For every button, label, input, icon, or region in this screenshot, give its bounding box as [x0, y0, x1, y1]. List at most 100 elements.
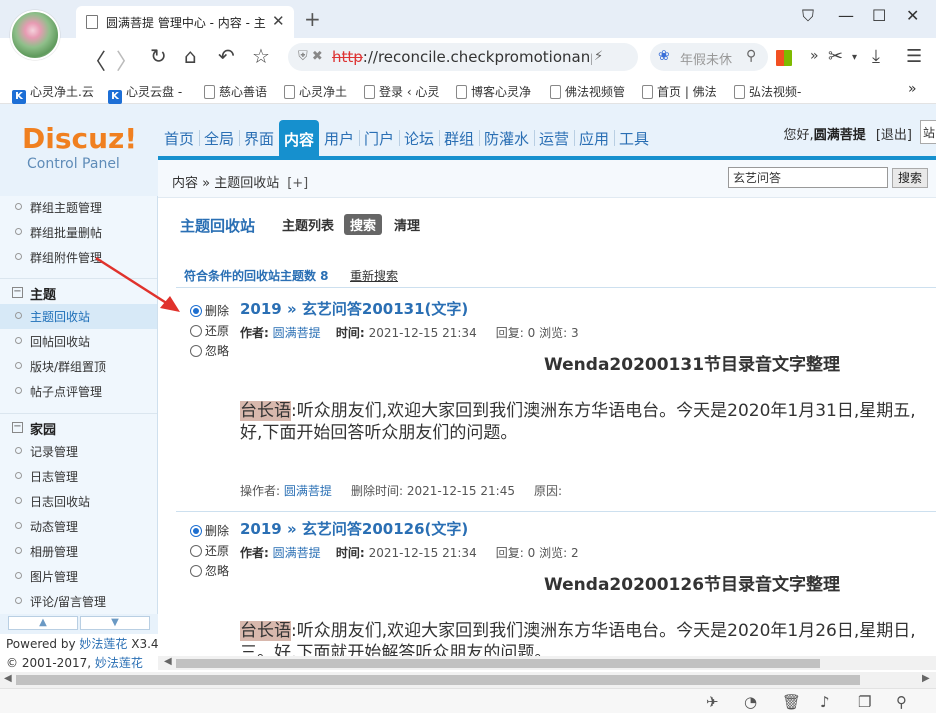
sidebar-item-records[interactable]: 记录管理 [0, 439, 157, 464]
menu-icon[interactable]: ☰ [906, 46, 922, 67]
dropdown-arrow-icon[interactable]: ▾ [852, 52, 857, 63]
radio-restore[interactable] [190, 545, 202, 557]
new-tab-icon[interactable]: + [304, 7, 321, 31]
download-icon[interactable]: ⤓ [872, 46, 880, 67]
nav-portal[interactable]: 门户 [364, 128, 394, 149]
bookmark-item[interactable]: K 心灵净土.云 [12, 83, 96, 104]
star-icon[interactable]: ☆ [252, 44, 270, 68]
option-ignore[interactable]: 忽略 [190, 342, 229, 359]
nav-antispam[interactable]: 防灌水 [484, 128, 529, 149]
sidebar-item-blog-recycle[interactable]: 日志回收站 [0, 489, 157, 514]
option-delete[interactable]: 删除 [190, 522, 229, 539]
scissors-icon[interactable]: ✂ [828, 46, 843, 67]
rocket-icon[interactable]: ✈ [706, 693, 719, 711]
scrollbar-thumb[interactable] [176, 659, 820, 668]
discuz-logo[interactable]: Discuz! [22, 122, 137, 155]
bookmark-item[interactable]: 登录 ‹ 心灵 [364, 83, 444, 100]
sidebar-item-comments[interactable]: 帖子点评管理 [0, 379, 157, 404]
bookmark-item[interactable]: 首页 | 佛法 [642, 83, 722, 100]
browser-search-box[interactable]: ❀ 年假未休 ⚲ [650, 43, 768, 71]
sidebar-group-home[interactable]: − 家园 [0, 413, 157, 441]
content-horizontal-scrollbar[interactable]: ◀ [158, 656, 936, 670]
sidebar-item-group-batch-delete[interactable]: 群组批量删帖 [0, 220, 157, 245]
scroll-left-icon[interactable]: ◀ [4, 673, 12, 684]
reload-icon[interactable]: ↻ [150, 44, 167, 68]
more-bookmarks-icon[interactable]: » [908, 81, 917, 97]
home-icon[interactable]: ⌂ [184, 44, 197, 68]
copyright-link[interactable]: 妙法莲花 [95, 656, 143, 670]
option-delete[interactable]: 删除 [190, 302, 229, 319]
close-window-icon[interactable]: ✕ [906, 6, 919, 25]
profile-avatar[interactable] [10, 10, 60, 60]
option-restore[interactable]: 还原 [190, 542, 229, 559]
bookmark-item[interactable]: 慈心善语 [204, 83, 276, 100]
sidebar-item-feeds[interactable]: 动态管理 [0, 514, 157, 539]
radio-delete[interactable] [190, 305, 202, 317]
site-switch[interactable]: 站 [920, 120, 936, 144]
insecure-lock-icon[interactable]: ⛨ ✖ [298, 49, 323, 64]
sidebar-item-reply-recycle[interactable]: 回帖回收站 [0, 329, 157, 354]
collapse-icon[interactable]: − [12, 287, 23, 298]
search-icon[interactable]: ⚲ [746, 48, 756, 64]
option-ignore[interactable]: 忽略 [190, 562, 229, 579]
add-shortcut-link[interactable]: [+] [287, 176, 308, 191]
bookmark-item[interactable]: 博客心灵净 [456, 83, 536, 100]
operator-link[interactable]: 圆满菩提 [284, 484, 332, 498]
tab-topic-list[interactable]: 主题列表 [282, 215, 334, 234]
scrollbar-thumb[interactable] [16, 675, 860, 685]
nav-interface[interactable]: 界面 [244, 128, 274, 149]
option-restore[interactable]: 还原 [190, 322, 229, 339]
nav-groups[interactable]: 群组 [444, 128, 474, 149]
author-link[interactable]: 圆满菩提 [273, 546, 321, 560]
research-link[interactable]: 重新搜索 [350, 267, 398, 284]
radio-delete[interactable] [190, 525, 202, 537]
post-title[interactable]: 2019 » 玄艺问答200131(文字) [240, 298, 468, 319]
powered-link[interactable]: 妙法莲花 [79, 637, 127, 651]
trash-icon[interactable]: 🗑 [782, 693, 801, 711]
page-horizontal-scrollbar[interactable]: ◀ ▶ [0, 672, 936, 688]
zoom-icon[interactable]: ⚲ [896, 693, 907, 711]
collapse-icon[interactable]: − [12, 422, 23, 433]
shirt-icon[interactable]: ⛉ [802, 6, 814, 26]
sidebar-item-group-topics[interactable]: 群组主题管理 [0, 196, 157, 220]
nav-apps[interactable]: 应用 [579, 128, 609, 149]
radio-ignore[interactable] [190, 345, 202, 357]
sidebar-item-comments-messages[interactable]: 评论/留言管理 [0, 589, 157, 614]
back-icon[interactable]: 〈 [84, 44, 106, 76]
lightning-icon[interactable]: ⚡ [594, 49, 603, 64]
address-bar[interactable]: ⛨ ✖ http://reconcile.checkpromotionanph … [288, 43, 638, 71]
admin-search-input[interactable] [728, 167, 888, 188]
author-link[interactable]: 圆满菩提 [273, 326, 321, 340]
minimize-icon[interactable]: — [838, 6, 854, 25]
undo-icon[interactable]: ↶ [218, 44, 235, 68]
logout-link[interactable]: [退出] [876, 128, 912, 143]
forward-icon[interactable]: 〉 [116, 44, 138, 76]
sidebar-item-sticky[interactable]: 版块/群组置顶 [0, 354, 157, 379]
radio-restore[interactable] [190, 325, 202, 337]
tab-close-icon[interactable]: ✕ [272, 12, 285, 30]
scroll-right-icon[interactable]: ▶ [922, 673, 930, 684]
nav-tools[interactable]: 工具 [619, 128, 649, 149]
scroll-down-icon[interactable]: ▼ [80, 616, 150, 630]
more-tools-icon[interactable]: » [810, 48, 819, 64]
post-title[interactable]: 2019 » 玄艺问答200126(文字) [240, 518, 468, 539]
bookmark-item[interactable]: 弘法视频- [734, 83, 814, 100]
sidebar-item-blogs[interactable]: 日志管理 [0, 464, 157, 489]
sidebar-item-pictures[interactable]: 图片管理 [0, 564, 157, 589]
sidebar-item-albums[interactable]: 相册管理 [0, 539, 157, 564]
nav-home[interactable]: 首页 [164, 128, 194, 149]
tab-cleanup[interactable]: 清理 [394, 215, 420, 234]
nav-global[interactable]: 全局 [204, 128, 234, 149]
scroll-left-icon[interactable]: ◀ [164, 656, 172, 667]
bookmark-item[interactable]: 佛法视频管 [550, 83, 630, 100]
admin-search-button[interactable]: 搜索 [892, 168, 928, 188]
nav-forum[interactable]: 论坛 [404, 128, 434, 149]
bookmark-item[interactable]: 心灵净土 [284, 83, 356, 100]
maximize-icon[interactable]: ☐ [872, 6, 886, 25]
speed-icon[interactable]: ◔ [744, 693, 757, 711]
nav-content[interactable]: 内容 [279, 120, 319, 156]
window-icon[interactable]: ❐ [858, 693, 871, 711]
speaker-icon[interactable]: ♪ [820, 693, 830, 711]
scroll-up-icon[interactable]: ▲ [8, 616, 78, 630]
apps-grid-icon[interactable] [776, 47, 792, 72]
